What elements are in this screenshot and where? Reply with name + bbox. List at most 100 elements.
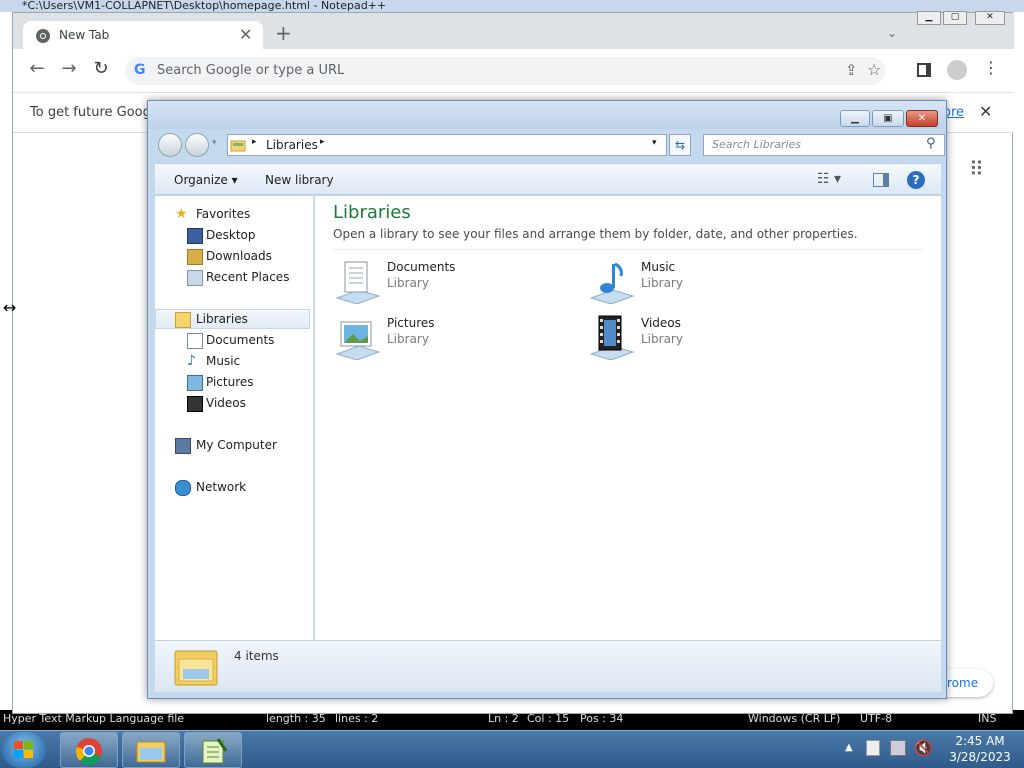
notepadpp-icon: [202, 738, 228, 764]
libraries-content: Libraries Open a library to see your fil…: [315, 196, 941, 640]
taskbar-chrome-button[interactable]: [60, 732, 118, 768]
tray-clock[interactable]: 2:45 AM 3/28/2023: [940, 733, 1020, 767]
nav-pictures-label: Pictures: [206, 375, 254, 389]
library-name: Videos: [641, 316, 681, 330]
nav-pictures[interactable]: Pictures: [155, 372, 305, 392]
nav-desktop-label: Desktop: [206, 228, 256, 242]
forward-button[interactable]: [185, 133, 209, 157]
back-arrow-icon[interactable]: ←: [25, 59, 49, 83]
reload-icon[interactable]: ↻: [89, 59, 113, 83]
nav-libraries-label: Libraries: [196, 312, 248, 326]
pictures-icon: [187, 375, 203, 391]
tab-new-tab[interactable]: New Tab ✕: [23, 21, 263, 49]
nav-my-computer-label: My Computer: [196, 438, 277, 452]
forward-arrow-icon[interactable]: →: [57, 59, 81, 83]
chrome-window-controls: ▁ ▢ ✕: [917, 11, 1013, 27]
side-panel-icon[interactable]: [917, 63, 931, 77]
library-pictures-tile[interactable]: Pictures Library: [333, 314, 573, 364]
tab-search-chevron-icon[interactable]: ⌄: [887, 26, 897, 40]
nav-videos[interactable]: Videos: [155, 393, 305, 413]
infobar-close-icon[interactable]: ✕: [979, 102, 992, 121]
help-icon[interactable]: ?: [907, 171, 925, 189]
explorer-minimize-button[interactable]: ▁: [840, 110, 870, 127]
nav-documents[interactable]: Documents: [155, 330, 305, 350]
chrome-menu-icon[interactable]: ⋮: [983, 58, 999, 77]
resize-cursor-icon: ↔: [3, 298, 17, 317]
taskbar-explorer-button[interactable]: [122, 732, 180, 768]
tab-close-icon[interactable]: ✕: [239, 25, 252, 44]
nav-favorites[interactable]: ★ Favorites: [155, 204, 305, 224]
chrome-maximize-button[interactable]: ▢: [943, 11, 967, 25]
start-button[interactable]: [2, 732, 46, 768]
library-documents-tile[interactable]: Documents Library: [333, 258, 573, 308]
nav-music-label: Music: [206, 354, 241, 368]
refresh-icon[interactable]: ⇆: [669, 134, 691, 156]
recent-pages-chevron-icon[interactable]: ▾: [212, 138, 217, 148]
libraries-description: Open a library to see your files and arr…: [333, 227, 858, 241]
library-type: Library: [641, 332, 683, 346]
downloads-folder-icon: [187, 249, 203, 265]
apps-grid-icon[interactable]: ⠿: [969, 157, 984, 181]
library-type: Library: [641, 276, 683, 290]
documents-icon: [187, 333, 203, 349]
back-button[interactable]: [158, 133, 182, 157]
infobar-text: To get future Google: [30, 105, 163, 120]
nav-desktop[interactable]: Desktop: [155, 225, 305, 245]
breadcrumb-libraries[interactable]: Libraries: [266, 138, 318, 152]
chrome-close-button[interactable]: ✕: [975, 11, 1005, 25]
search-magnifier-icon[interactable]: ⚲: [926, 136, 936, 151]
recent-places-icon: [187, 270, 203, 286]
library-music-tile[interactable]: Music Library: [587, 258, 827, 308]
navigation-pane: ★ Favorites Desktop Downloads Recent Pla…: [155, 196, 314, 640]
library-videos-tile[interactable]: Videos Library: [587, 314, 827, 364]
explorer-close-button[interactable]: ✕: [906, 110, 938, 127]
computer-icon: [175, 438, 191, 454]
videos-film-icon: [187, 396, 203, 412]
nav-recent-places[interactable]: Recent Places: [155, 267, 305, 287]
library-type: Library: [387, 332, 429, 346]
nav-music[interactable]: ♪ Music: [155, 351, 305, 371]
breadcrumb-next-arrow-icon[interactable]: ▸: [320, 137, 325, 147]
clock-time: 2:45 AM: [955, 734, 1005, 748]
explorer-maximize-button[interactable]: ▣: [872, 110, 904, 127]
google-g-icon: G: [134, 62, 146, 78]
nav-downloads-label: Downloads: [206, 249, 272, 263]
explorer-folder-icon: [136, 741, 166, 763]
explorer-caption: ▁ ▣ ✕: [148, 101, 946, 129]
omnibox[interactable]: G Search Google or type a URL ⇪ ☆: [125, 57, 885, 85]
profile-avatar-icon[interactable]: [947, 60, 967, 80]
tray-volume-icon[interactable]: 🔇: [914, 739, 933, 757]
nav-downloads[interactable]: Downloads: [155, 246, 305, 266]
videos-library-icon: [589, 315, 635, 360]
music-library-icon: [589, 262, 635, 304]
documents-library-icon: [335, 261, 381, 304]
taskbar-notepadpp-button[interactable]: [184, 732, 242, 768]
tray-network-icon[interactable]: [890, 740, 906, 756]
chrome-toolbar: ← → ↻ G Search Google or type a URL ⇪ ☆ …: [13, 49, 1014, 93]
tray-show-hidden-icon[interactable]: ▲: [845, 742, 853, 753]
new-tab-plus-icon[interactable]: +: [275, 23, 292, 43]
nav-libraries[interactable]: Libraries: [155, 309, 310, 329]
bookmark-star-icon[interactable]: ☆: [867, 60, 881, 79]
chrome-minimize-button[interactable]: ▁: [917, 11, 941, 25]
windows-logo-icon: [14, 741, 33, 758]
details-pane: 4 items: [155, 640, 941, 692]
library-name: Documents: [387, 260, 456, 274]
library-type: Library: [387, 276, 429, 290]
nav-my-computer[interactable]: My Computer: [155, 435, 305, 455]
explorer-window: ▁ ▣ ✕ ▾ ▸ Libraries ▸ ▾ ⇆ Search Librari…: [147, 100, 947, 699]
share-icon[interactable]: ⇪: [845, 61, 858, 79]
address-bar[interactable]: ▸ Libraries ▸ ▾: [227, 134, 667, 156]
new-library-button[interactable]: New library: [265, 173, 334, 187]
preview-pane-icon[interactable]: [873, 173, 889, 187]
change-view-icon[interactable]: ☷ ▾: [817, 171, 841, 187]
tray-action-center-icon[interactable]: [866, 740, 880, 756]
chrome-favicon-icon: [36, 29, 50, 43]
address-dropdown-icon[interactable]: ▾: [652, 138, 657, 148]
desktop-icon: [187, 228, 203, 244]
breadcrumb-arrow-icon[interactable]: ▸: [252, 137, 257, 147]
organize-button[interactable]: Organize ▾: [174, 173, 238, 187]
search-libraries-input[interactable]: Search Libraries ⚲: [703, 134, 945, 156]
nav-network[interactable]: Network: [155, 477, 305, 497]
omnibox-placeholder: Search Google or type a URL: [157, 63, 345, 78]
